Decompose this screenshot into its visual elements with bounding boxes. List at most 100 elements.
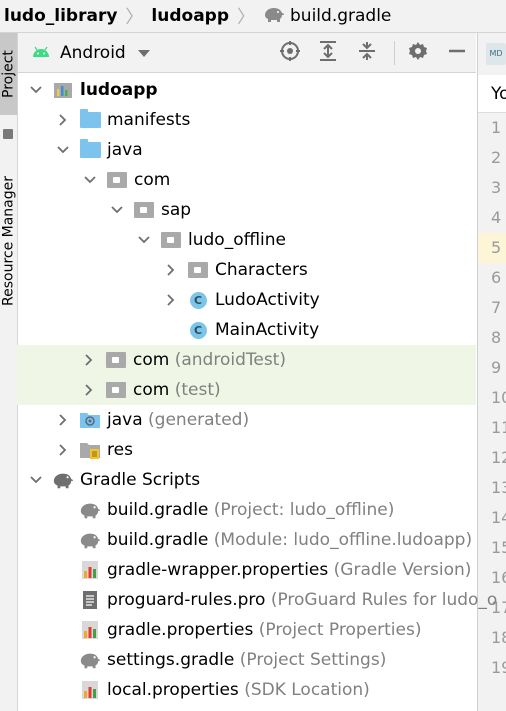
item-name: ludo_offline [188,230,286,250]
breadcrumb-separator: 〉 [237,7,256,28]
chevron-right-icon[interactable] [163,285,179,315]
module-icon [52,79,74,101]
select-opened-file-icon [279,40,301,66]
item-name: LudoActivity [215,290,320,310]
hide-panel-button[interactable] [445,41,469,65]
chevron-down-icon[interactable] [28,75,44,105]
item-name: ludoapp [80,80,158,100]
chevron-right-icon[interactable] [81,345,97,375]
tree-item[interactable]: ludo_offline [18,225,476,255]
chevron-down-icon[interactable] [28,465,44,495]
line-number: 18 [491,628,506,647]
gradle-icon [52,469,74,491]
project-tool-tab[interactable]: Project [0,33,17,115]
item-name: com [133,380,170,400]
project-toolbar: Android [18,33,476,73]
item-description: (Gradle Version) [333,560,472,580]
properties-file-icon [79,559,101,581]
breadcrumb-label: ludoapp [151,6,230,26]
resource-tab-label: Resource Manager [0,175,17,307]
tree-item[interactable]: build.gradle (Module: ludo_offline.ludoa… [18,525,476,555]
tree-item[interactable]: C LudoActivity [18,285,476,315]
tree-item-label: manifests [107,105,190,135]
chevron-right-icon[interactable] [55,435,71,465]
editor-header-label: Yo [491,84,506,104]
item-name: build.gradle [107,530,209,550]
chevron-right-icon[interactable] [163,255,179,285]
tree-item-label: build.gradle (Module: ludo_offline.ludoa… [107,525,472,555]
tree-item[interactable]: local.properties (SDK Location) [18,675,476,705]
item-description: (Project Settings) [239,650,387,670]
tree-item[interactable]: settings.gradle (Project Settings) [18,645,476,675]
folder-icon [79,139,101,161]
line-number: 11 [491,418,506,437]
expand-all-button[interactable] [316,41,340,65]
chevron-down-icon[interactable] [136,225,152,255]
tree-item[interactable]: com [18,165,476,195]
tree-item[interactable]: C MainActivity [18,315,476,345]
item-name: gradle.properties [107,620,254,640]
item-description: (Module: ludo_offline.ludoapp) [213,530,473,550]
breadcrumb-item-project[interactable]: ludo_library [0,6,121,26]
resource-manager-tab[interactable]: Resource Manager [0,151,17,331]
item-name: java [107,410,143,430]
tree-item-label: java [107,135,143,165]
tree-item-label: ludo_offline [188,225,286,255]
tree-item[interactable]: gradle.properties (Project Properties) [18,615,476,645]
breadcrumb-label: ludo_library [4,6,118,26]
collapse-all-button[interactable] [355,41,379,65]
select-opened-file-button[interactable] [278,41,302,65]
tree-item[interactable]: gradle-wrapper.properties (Gradle Versio… [18,555,476,585]
line-number: 8 [491,328,502,347]
tree-item[interactable]: ludoapp [18,75,476,105]
package-icon [133,199,155,221]
tree-item[interactable]: manifests [18,105,476,135]
expand-all-icon [317,40,339,66]
tree-item[interactable]: java [18,135,476,165]
line-number: 19 [491,658,506,677]
gradle-file-icon [79,649,101,671]
chevron-right-icon[interactable] [55,105,71,135]
editor-file-tab[interactable]: MD [486,43,506,65]
tool-window-strip: Project Resource Manager [0,33,18,711]
folder-icon [79,109,101,131]
item-name: Gradle Scripts [80,470,201,490]
class-icon: C [187,319,209,341]
tree-item-label: MainActivity [215,315,319,345]
item-name: manifests [107,110,191,130]
chevron-right-icon[interactable] [55,405,71,435]
view-mode-dropdown[interactable]: Android [18,43,150,63]
breadcrumb-separator: 〉 [125,7,144,28]
tree-item-label: sap [161,195,191,225]
tree-item[interactable]: Gradle Scripts [18,465,476,495]
hide-icon [446,40,468,66]
chevron-right-icon[interactable] [81,375,97,405]
line-number: 9 [491,358,502,377]
tree-item[interactable]: Characters [18,255,476,285]
tree-item[interactable]: com (androidTest) [17,345,476,375]
tree-item-label: res [107,435,133,465]
res-folder-icon [79,439,101,461]
tree-item[interactable]: build.gradle (Project: ludo_offline) [18,495,476,525]
breadcrumb-item-file[interactable]: build.gradle [259,6,395,27]
tree-item[interactable]: com (test) [17,375,476,405]
tree-item-label: gradle.properties (Project Properties) [107,615,421,645]
properties-file-icon [79,679,101,701]
line-number: 12 [491,448,506,467]
chevron-down-icon[interactable] [82,165,98,195]
tree-item-label: com (androidTest) [133,345,286,375]
chevron-down-icon[interactable] [109,195,125,225]
item-description: (Project: ludo_offline) [213,500,395,520]
breadcrumb-item-module[interactable]: ludoapp [147,6,233,26]
tree-item[interactable]: res [18,435,476,465]
chevron-down-icon[interactable] [55,135,71,165]
tree-item[interactable]: proguard-rules.pro (ProGuard Rules for l… [18,585,497,615]
breadcrumb-label: build.gradle [290,6,392,26]
tree-item-label: Characters [215,255,308,285]
tree-item[interactable]: sap [18,195,476,225]
settings-button[interactable] [406,41,430,65]
item-description: (test) [174,380,221,400]
tree-item-label: com (test) [133,375,221,405]
tree-item[interactable]: java (generated) [18,405,476,435]
line-number: 13 [491,478,506,497]
